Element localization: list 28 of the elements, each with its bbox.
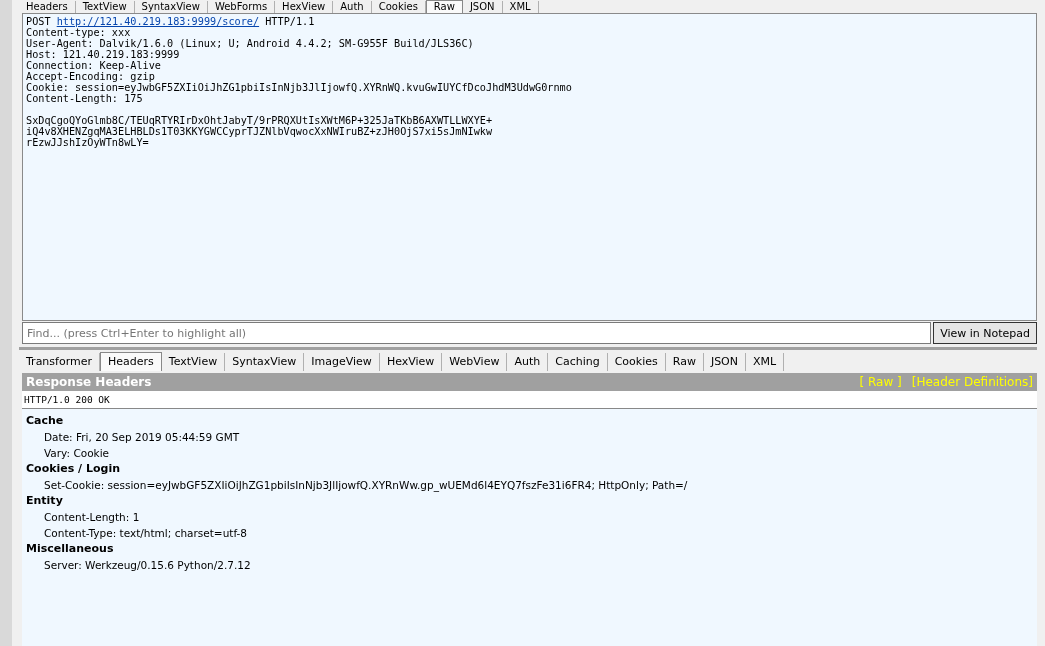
header-group: Entity <box>26 493 1033 509</box>
view-in-notepad-button[interactable]: View in Notepad <box>933 322 1037 344</box>
header-item: Set-Cookie: session=eyJwbGF5ZXIiOiJhZG1pbiIsInNjb3JlIjowfQ.XYRnWw.gp_wUEMd6l4EYQ7fszFe31i6FR4; HttpOnly; Path=/ <box>43 478 689 493</box>
raw-line: iQ4v8XHENZgqMA3ELHBLDs1T03KKYGWCCyprTJZNlbVqwocXxNWIruBZ+zJH0OjS7xi5sJmNIwkw <box>26 126 494 137</box>
tab[interactable]: Raw <box>425 0 463 13</box>
panel-title: Response Headers <box>26 375 152 389</box>
header-item: Content-Type: text/html; charset=utf-8 <box>43 526 249 541</box>
raw-line: SxDqCgoQYoGlmb8C/TEUqRTYRIrDxOhtJabyT/9rPRQXUtIsXWtM6P+325JaTKbB6AXWTLLWXYE+ <box>26 115 494 126</box>
header-item: Server: Werkzeug/0.15.6 Python/2.7.12 <box>43 558 252 573</box>
header-item: Vary: Cookie <box>43 446 111 461</box>
raw-line: User-Agent: Dalvik/1.6.0 (Linux; U; Android 4.4.2; SM-G955F Build/JLS36C) <box>26 38 475 49</box>
raw-line: rEzwJJshIzOyWTn8wLY= <box>26 137 149 148</box>
raw-line: Content-type: xxx <box>26 27 131 38</box>
raw-line: Cookie: session=eyJwbGF5ZXIiOiJhZG1pbiIsInNjb3JlIjowfQ.XYRnWQ.kvuGwIUYCfDcoJhdM3UdwG0rnmo <box>26 82 573 93</box>
header-group: Cookies / Login <box>26 461 1033 477</box>
raw-line: Content-Length: 175 <box>26 93 143 104</box>
header-item: Content-Length: 1 <box>43 510 141 525</box>
raw-line: Connection: Keep-Alive <box>26 60 162 71</box>
header-group: Cache <box>26 413 1033 429</box>
raw-line: Accept-Encoding: gzip <box>26 71 155 82</box>
header-item: Date: Fri, 20 Sep 2019 05:44:59 GMT <box>43 430 241 445</box>
tab[interactable]: Headers <box>100 352 162 371</box>
raw-line: POST <box>26 16 51 27</box>
raw-line: Host: 121.40.219.183:9999 <box>26 49 181 60</box>
header-group: Miscellaneous <box>26 541 1033 557</box>
url-link[interactable]: http://121.40.219.183:9999/score/ <box>56 16 260 27</box>
raw-line: HTTP/1.1 <box>265 16 315 27</box>
find-field[interactable]: Find... (press Ctrl+Enter to highlight all) <box>22 322 932 344</box>
